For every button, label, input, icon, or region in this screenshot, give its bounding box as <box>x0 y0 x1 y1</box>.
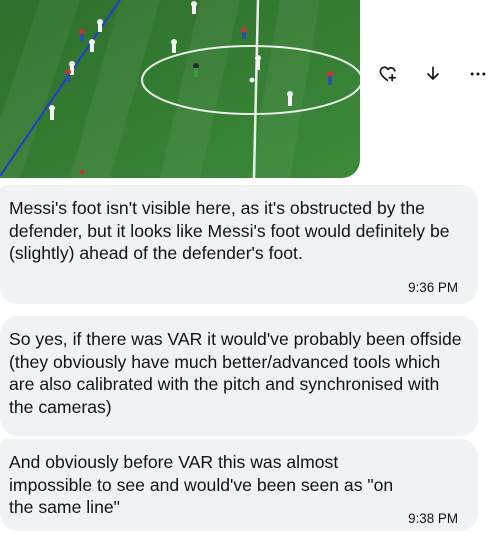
download-icon[interactable] <box>421 62 445 86</box>
football-pitch-image[interactable] <box>0 0 360 178</box>
message-bubble[interactable]: And obviously before VAR this was almost… <box>0 439 478 531</box>
message-bubble[interactable]: Messi's foot isn't visible here, as it's… <box>0 185 478 304</box>
message-text: Messi's foot isn't visible here, as it's… <box>9 198 450 263</box>
message-actions <box>374 62 492 86</box>
message-timestamp: 9:38 PM <box>408 511 458 526</box>
message-timestamp: 9:36 PM <box>408 280 458 295</box>
more-icon[interactable] <box>466 62 490 86</box>
heart-plus-icon[interactable] <box>376 62 400 86</box>
message-text: So yes, if there was VAR it would've pro… <box>9 329 462 417</box>
pitch-graphic <box>0 0 360 178</box>
message-text: And obviously before VAR this was almost… <box>9 452 394 517</box>
message-bubble[interactable]: So yes, if there was VAR it would've pro… <box>0 316 478 436</box>
